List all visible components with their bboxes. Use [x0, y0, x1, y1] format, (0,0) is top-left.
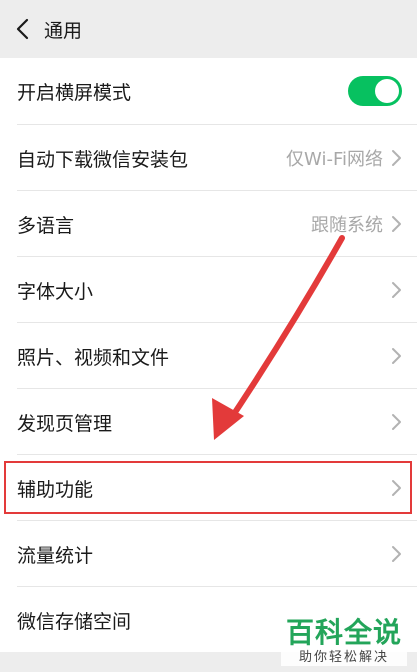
- setting-label: 微信存储空间: [17, 610, 132, 633]
- setting-label: 发现页管理: [17, 412, 113, 435]
- setting-value: 跟随系统: [311, 215, 383, 236]
- settings-list: 开启横屏模式 自动下载微信安装包 仅Wi-Fi网络 多语言 跟随系统 字体大小 …: [0, 58, 417, 652]
- setting-label: 照片、视频和文件: [17, 346, 170, 369]
- setting-label: 字体大小: [17, 280, 94, 303]
- page-title: 通用: [44, 19, 83, 42]
- toggle-knob: [375, 79, 399, 103]
- setting-row-auto-download[interactable]: 自动下载微信安装包 仅Wi-Fi网络: [0, 125, 417, 191]
- watermark-sub: 助你轻松解决: [298, 650, 389, 665]
- chevron-right-icon: [392, 546, 401, 562]
- chevron-right-icon: [392, 150, 401, 166]
- highlight-box: [4, 461, 412, 514]
- setting-row-font-size[interactable]: 字体大小: [0, 257, 417, 323]
- setting-label: 开启横屏模式: [17, 81, 132, 104]
- landscape-toggle[interactable]: [348, 76, 402, 106]
- setting-value: 仅Wi-Fi网络: [286, 149, 383, 170]
- setting-row-data-usage[interactable]: 流量统计: [0, 521, 417, 587]
- watermark-logo: 百科全说 助你轻松解决: [281, 616, 407, 666]
- chevron-right-icon: [392, 348, 401, 364]
- setting-label: 自动下载微信安装包: [17, 148, 189, 171]
- setting-label: 多语言: [17, 214, 75, 237]
- setting-label: 流量统计: [17, 544, 94, 567]
- setting-row-media-files[interactable]: 照片、视频和文件: [0, 323, 417, 389]
- setting-row-discover-manage[interactable]: 发现页管理: [0, 389, 417, 455]
- chevron-right-icon: [392, 414, 401, 430]
- watermark-main: 百科全说: [285, 616, 402, 649]
- chevron-right-icon: [392, 216, 401, 232]
- setting-row-language[interactable]: 多语言 跟随系统: [0, 191, 417, 257]
- nav-bar: 通用: [0, 0, 417, 58]
- chevron-left-icon[interactable]: [2, 0, 42, 58]
- setting-row-landscape-mode[interactable]: 开启横屏模式: [0, 58, 417, 124]
- chevron-right-icon: [392, 282, 401, 298]
